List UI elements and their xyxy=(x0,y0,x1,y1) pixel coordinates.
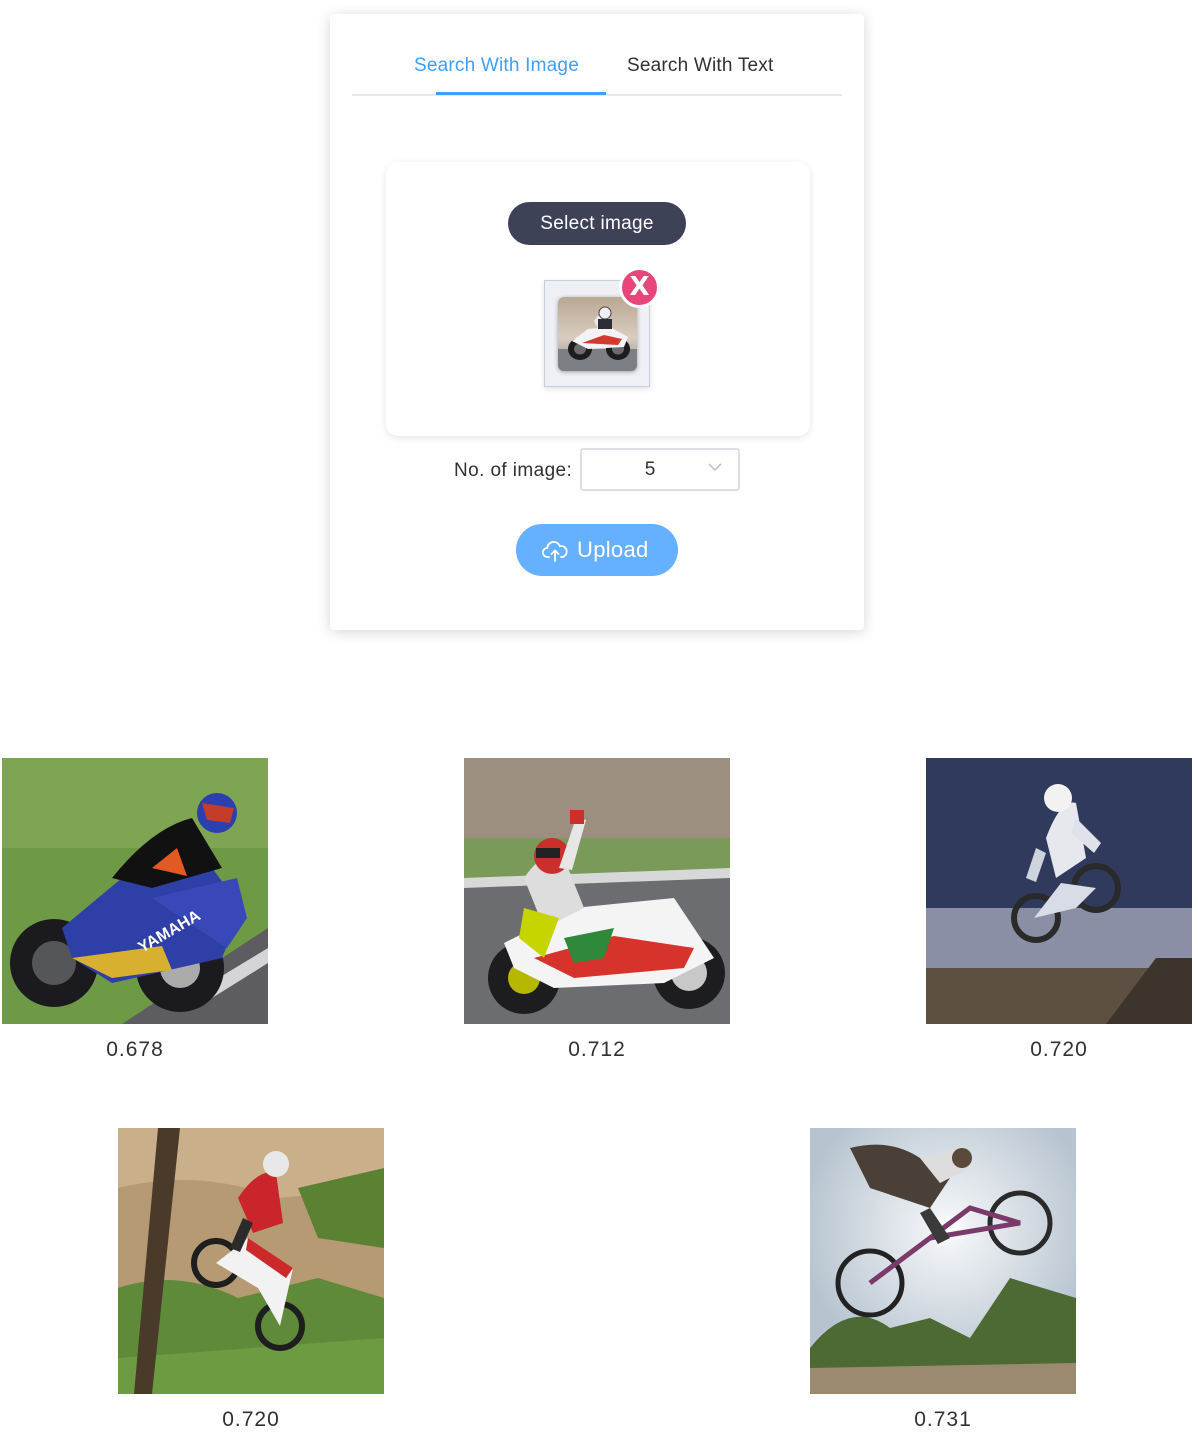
result-score: 0.720 xyxy=(222,1408,280,1431)
search-tabs: Search With Image Search With Text xyxy=(352,14,842,96)
preview-thumbnail xyxy=(558,297,637,371)
result-item[interactable]: 0.720 xyxy=(926,758,1192,1062)
result-item[interactable]: YAMAHA 0.678 xyxy=(2,758,268,1062)
result-score: 0.731 xyxy=(914,1408,972,1431)
result-image[interactable] xyxy=(118,1128,384,1394)
result-score: 0.720 xyxy=(1030,1038,1088,1061)
image-count-select[interactable]: 5 xyxy=(580,448,740,491)
result-item[interactable]: 0.712 xyxy=(464,758,730,1062)
search-card: Search With Image Search With Text Selec… xyxy=(330,14,864,630)
tab-search-with-text[interactable]: Search With Text xyxy=(627,54,773,78)
result-score: 0.678 xyxy=(106,1038,164,1061)
result-image[interactable] xyxy=(926,758,1192,1024)
result-score: 0.712 xyxy=(568,1038,626,1061)
image-upload-box: Select image X xyxy=(386,162,810,436)
result-image[interactable] xyxy=(810,1128,1076,1394)
chevron-down-icon xyxy=(708,463,722,472)
result-item[interactable]: 0.720 xyxy=(118,1128,384,1432)
upload-label: Upload xyxy=(577,537,649,562)
result-image[interactable] xyxy=(464,758,730,1024)
remove-image-button[interactable]: X xyxy=(619,267,660,308)
result-image[interactable]: YAMAHA xyxy=(2,758,268,1024)
image-count-value: 5 xyxy=(644,459,656,480)
select-image-button[interactable]: Select image xyxy=(508,202,686,245)
active-tab-indicator xyxy=(436,92,606,95)
tab-search-with-image[interactable]: Search With Image xyxy=(414,54,579,78)
cloud-upload-icon xyxy=(542,541,568,562)
result-item[interactable]: 0.731 xyxy=(810,1128,1076,1432)
upload-button[interactable]: Upload xyxy=(516,524,678,576)
image-count-label: No. of image: xyxy=(454,460,573,481)
